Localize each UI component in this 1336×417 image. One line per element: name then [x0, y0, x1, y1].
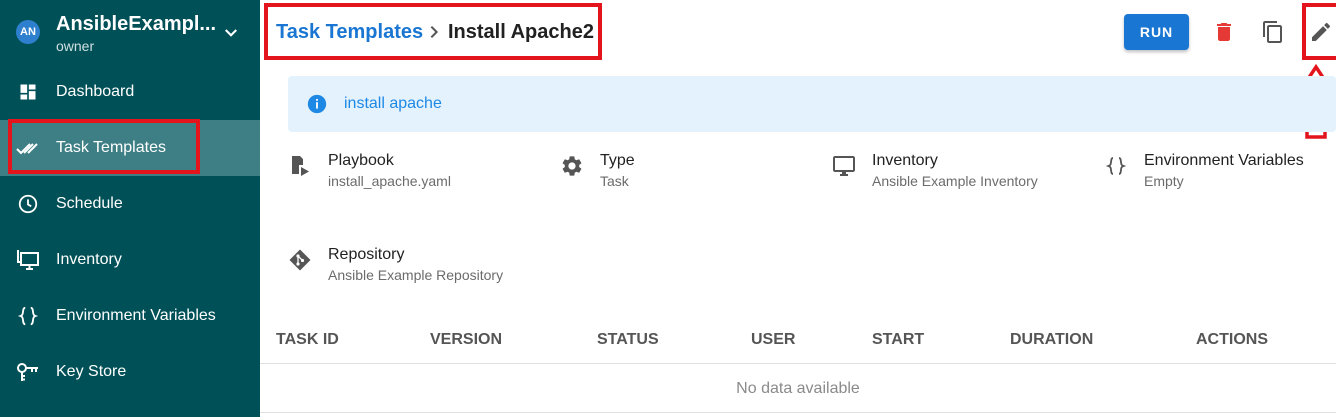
detail-title: Inventory — [872, 152, 938, 169]
divider — [260, 363, 1336, 364]
info-icon — [307, 94, 327, 114]
braces-icon — [16, 304, 40, 328]
delete-icon[interactable] — [1212, 20, 1236, 44]
detail-title: Repository — [328, 246, 405, 263]
sidebar-item-inventory[interactable]: Inventory — [0, 232, 260, 288]
sidebar-item-label: Key Store — [56, 363, 127, 380]
alert-text: install apache — [344, 95, 442, 112]
clock-icon — [16, 192, 40, 216]
column-header-user[interactable]: USER — [751, 331, 795, 349]
braces-icon — [1105, 157, 1127, 175]
column-header-status[interactable]: STATUS — [597, 331, 659, 349]
sidebar-item-dashboard[interactable]: Dashboard — [0, 64, 260, 120]
gear-icon — [562, 156, 582, 176]
sidebar-item-schedule[interactable]: Schedule — [0, 176, 260, 232]
column-header-start[interactable]: START — [872, 331, 924, 349]
detail-value: Ansible Example Repository — [328, 267, 504, 283]
monitor-icon — [16, 248, 40, 272]
chevron-down-icon[interactable] — [222, 24, 240, 42]
highlight-box — [1302, 3, 1336, 60]
git-icon — [289, 249, 311, 271]
column-header-duration[interactable]: DURATION — [1010, 331, 1093, 349]
project-name: AnsibleExampl... — [56, 13, 217, 35]
sidebar: AN AnsibleExampl... owner Dashboard Task… — [0, 0, 260, 417]
tasks-table: TASK ID VERSION STATUS USER START DURATI… — [260, 316, 1336, 417]
playbook-icon — [292, 156, 309, 176]
highlight-box — [8, 119, 200, 174]
column-header-version[interactable]: VERSION — [430, 331, 502, 349]
dashboard-icon — [16, 80, 40, 104]
copy-icon[interactable] — [1261, 20, 1285, 44]
key-icon — [16, 360, 40, 384]
detail-value: Ansible Example Inventory — [872, 173, 1038, 189]
project-switcher[interactable]: AN AnsibleExampl... owner — [0, 0, 260, 64]
empty-state-text: No data available — [736, 380, 860, 397]
column-header-task-id[interactable]: TASK ID — [276, 331, 339, 349]
sidebar-item-label: Dashboard — [56, 83, 135, 100]
detail-value: install_apache.yaml — [328, 173, 451, 189]
project-role: owner — [56, 38, 95, 54]
sidebar-item-label: Environment Variables — [56, 307, 216, 324]
detail-title: Environment Variables — [1144, 152, 1304, 169]
detail-value: Task — [600, 173, 629, 189]
monitor-icon — [833, 156, 855, 176]
sidebar-item-label: Schedule — [56, 195, 123, 212]
detail-title: Type — [600, 152, 635, 169]
column-header-actions[interactable]: ACTIONS — [1196, 331, 1268, 349]
detail-value: Empty — [1144, 173, 1184, 189]
sidebar-item-environment-variables[interactable]: Environment Variables — [0, 288, 260, 344]
sidebar-item-label: Inventory — [56, 251, 122, 268]
detail-title: Playbook — [328, 152, 394, 169]
project-avatar: AN — [16, 20, 40, 44]
description-alert: install apache — [288, 76, 1336, 132]
run-button[interactable]: RUN — [1124, 14, 1189, 50]
highlight-box — [264, 3, 602, 60]
sidebar-item-key-store[interactable]: Key Store — [0, 344, 260, 400]
divider — [260, 412, 1336, 413]
